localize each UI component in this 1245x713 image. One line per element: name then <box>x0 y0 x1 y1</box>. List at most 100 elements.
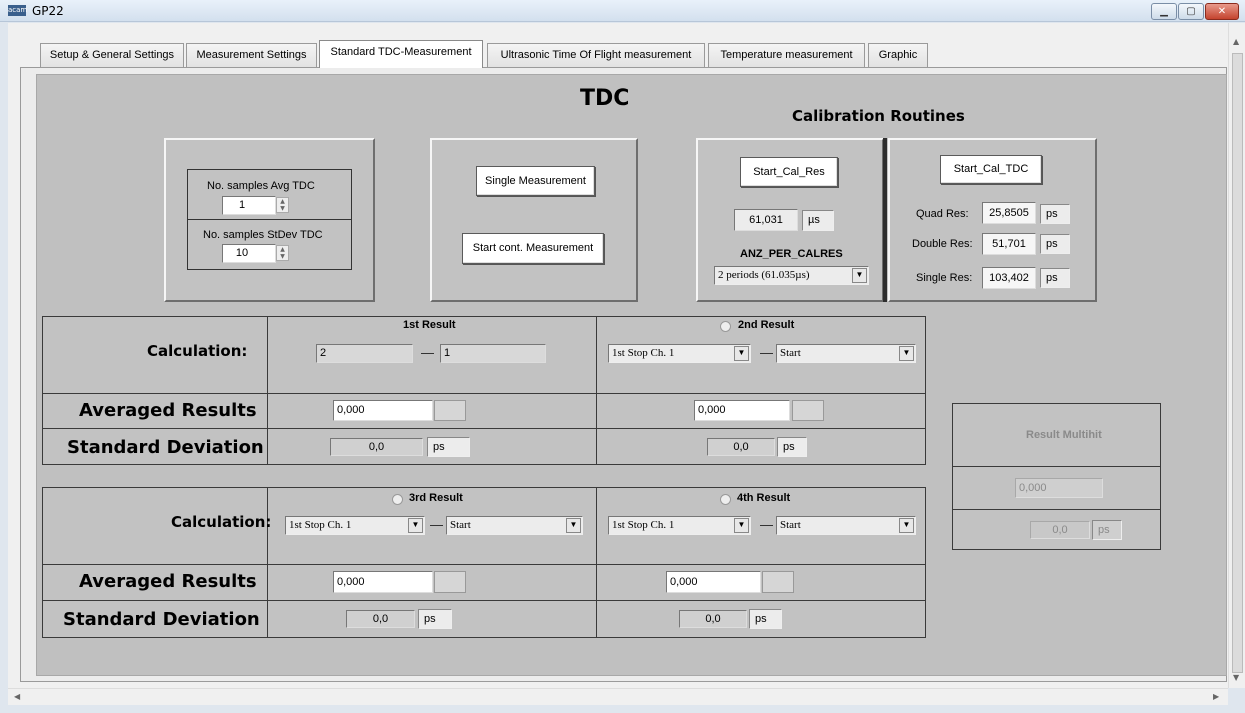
multihit-avg-value: 0,000 <box>1015 478 1103 498</box>
result3-select-b-value: Start <box>450 519 471 531</box>
result2-radio[interactable] <box>720 321 731 332</box>
result2-select-b[interactable]: Start ▼ <box>776 344 916 363</box>
start-cal-tdc-button[interactable]: Start_Cal_TDC <box>940 155 1042 184</box>
result1-dash <box>421 353 434 354</box>
single-res-label: Single Res: <box>916 272 973 284</box>
result4-select-b-value: Start <box>780 519 801 531</box>
result4-select-a-value: 1st Stop Ch. 1 <box>612 519 675 531</box>
scroll-right-icon[interactable]: ▶ <box>1213 692 1219 701</box>
scroll-thumb[interactable] <box>1232 53 1243 673</box>
start-cont-measurement-button[interactable]: Start cont. Measurement <box>462 233 604 264</box>
tab-temperature-measurement[interactable]: Temperature measurement <box>708 43 865 67</box>
samples-stdev-input[interactable]: 10 <box>222 244 276 263</box>
anz-per-calres-value: 2 periods (61.035µs) <box>718 269 810 281</box>
result3-dash <box>430 525 443 526</box>
result3-avg-value: 0,000 <box>333 571 433 593</box>
scroll-left-icon[interactable]: ◀ <box>14 692 20 701</box>
double-res-label: Double Res: <box>912 238 973 250</box>
single-res-unit: ps <box>1040 268 1070 288</box>
calculation-label-bottom: Calculation: <box>171 513 272 531</box>
samples-stdev-label: No. samples StDev TDC <box>203 229 323 241</box>
close-button[interactable]: ✕ <box>1205 3 1239 20</box>
quad-res-label: Quad Res: <box>916 208 969 220</box>
result2-select-a[interactable]: 1st Stop Ch. 1 ▼ <box>608 344 751 363</box>
result2-dash <box>760 353 773 354</box>
window-title: GP22 <box>32 4 64 18</box>
tab-graphic[interactable]: Graphic <box>868 43 928 67</box>
chevron-down-icon[interactable]: ▼ <box>899 518 914 533</box>
result1-title: 1st Result <box>403 319 456 331</box>
scroll-up-icon[interactable]: ▲ <box>1233 37 1239 46</box>
multihit-stddev-value: 0,0 <box>1030 521 1090 539</box>
tab-standard-tdc-measurement[interactable]: Standard TDC-Measurement <box>319 40 483 68</box>
result1-avg-value: 0,000 <box>333 400 433 421</box>
result1-field-a[interactable]: 2 <box>316 344 413 363</box>
chevron-down-icon[interactable]: ▼ <box>899 346 914 361</box>
result4-stddev-unit: ps <box>749 609 782 629</box>
calculation-label-top: Calculation: <box>147 342 248 360</box>
result2-avg-indicator <box>792 400 824 421</box>
start-cal-res-button[interactable]: Start_Cal_Res <box>740 157 838 187</box>
horizontal-scrollbar[interactable]: ◀ ▶ <box>8 688 1228 705</box>
result3-radio[interactable] <box>392 494 403 505</box>
samples-stdev-stepper[interactable]: ▲ ▼ <box>276 245 289 261</box>
result3-select-a[interactable]: 1st Stop Ch. 1 ▼ <box>285 516 425 535</box>
result4-avg-indicator <box>762 571 794 593</box>
single-res-value: 103,402 <box>982 267 1036 289</box>
samples-avg-stepper[interactable]: ▲ ▼ <box>276 197 289 213</box>
cal-res-unit: µs <box>802 210 834 231</box>
quad-res-unit: ps <box>1040 204 1070 224</box>
single-measurement-button[interactable]: Single Measurement <box>476 166 595 196</box>
result4-select-b[interactable]: Start ▼ <box>776 516 916 535</box>
averaged-results-label-bottom: Averaged Results <box>79 571 257 592</box>
chevron-down-icon[interactable]: ▼ <box>408 518 423 533</box>
anz-per-calres-label: ANZ_PER_CALRES <box>740 248 843 260</box>
double-res-unit: ps <box>1040 234 1070 254</box>
tab-ultrasonic-time-of-flight[interactable]: Ultrasonic Time Of Flight measurement <box>487 43 705 67</box>
tab-measurement-settings[interactable]: Measurement Settings <box>186 43 317 67</box>
minimize-button[interactable]: ▁ <box>1151 3 1177 20</box>
result4-dash <box>760 525 773 526</box>
result4-avg-cell <box>596 564 926 601</box>
result1-field-b[interactable]: 1 <box>440 344 546 363</box>
tab-setup-general-settings[interactable]: Setup & General Settings <box>40 43 184 67</box>
result3-stddev-value: 0,0 <box>346 610 415 628</box>
averaged-results-label-top: Averaged Results <box>79 400 257 421</box>
result2-title: 2nd Result <box>738 319 795 331</box>
vertical-scrollbar[interactable]: ▲ ▼ <box>1228 23 1245 688</box>
result2-avg-value: 0,000 <box>694 400 790 421</box>
chevron-down-icon[interactable]: ▼ <box>852 268 867 283</box>
multihit-title: Result Multihit <box>1026 429 1102 441</box>
chevron-down-icon[interactable]: ▼ <box>734 518 749 533</box>
samples-divider <box>187 219 352 220</box>
samples-avg-label: No. samples Avg TDC <box>207 180 315 192</box>
result4-title: 4th Result <box>737 492 791 504</box>
tdc-title: TDC <box>580 86 630 111</box>
result3-select-a-value: 1st Stop Ch. 1 <box>289 519 352 531</box>
scroll-down-icon[interactable]: ▼ <box>1233 673 1239 682</box>
standard-deviation-label-bottom: Standard Deviation <box>63 609 260 630</box>
maximize-button[interactable]: ▢ <box>1178 3 1204 20</box>
quad-res-value: 25,8505 <box>982 202 1036 224</box>
samples-avg-input[interactable]: 1 <box>222 196 276 215</box>
result4-avg-value: 0,000 <box>666 571 761 593</box>
app-icon: acam <box>8 5 28 16</box>
result2-select-b-value: Start <box>780 347 801 359</box>
title-bar <box>0 0 1245 22</box>
result1-avg-indicator <box>434 400 466 421</box>
result3-stddev-unit: ps <box>418 609 452 629</box>
result4-radio[interactable] <box>720 494 731 505</box>
result2-stddev-unit: ps <box>777 437 807 457</box>
cal-res-value: 61,031 <box>734 209 798 231</box>
result4-select-a[interactable]: 1st Stop Ch. 1 ▼ <box>608 516 751 535</box>
result3-select-b[interactable]: Start ▼ <box>446 516 583 535</box>
anz-per-calres-select[interactable]: 2 periods (61.035µs) ▼ <box>714 266 869 285</box>
chevron-down-icon[interactable]: ▼ <box>734 346 749 361</box>
result1-stddev-value: 0,0 <box>330 438 423 456</box>
result4-stddev-value: 0,0 <box>679 610 747 628</box>
calibration-divider <box>883 138 887 302</box>
chevron-down-icon[interactable]: ▼ <box>566 518 581 533</box>
result2-stddev-value: 0,0 <box>707 438 775 456</box>
standard-deviation-label-top: Standard Deviation <box>67 437 264 458</box>
multihit-stddev-unit: ps <box>1092 520 1122 540</box>
